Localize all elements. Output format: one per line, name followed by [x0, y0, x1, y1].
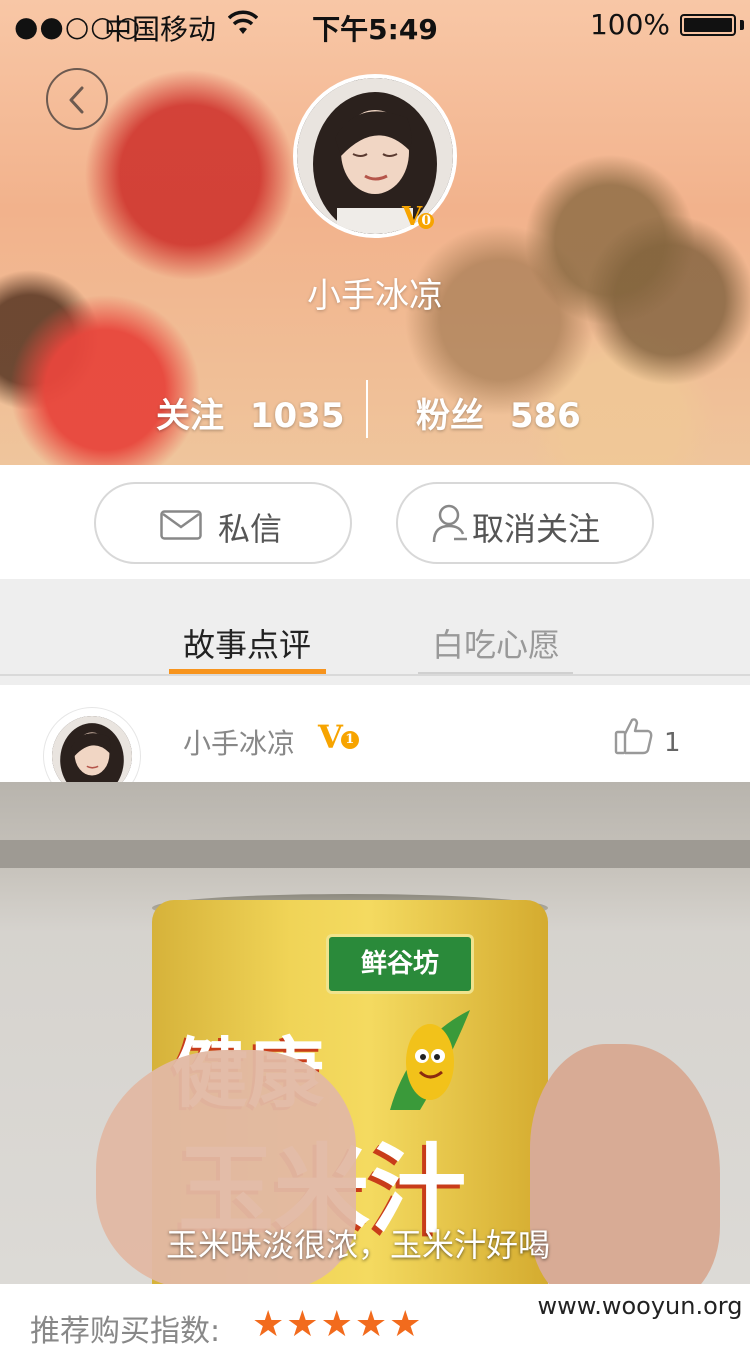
profile-username: 小手冰凉	[307, 276, 443, 316]
profile-actions: 私信 取消关注	[0, 465, 750, 579]
mail-icon	[160, 510, 202, 540]
rating-stars: ★★★★★	[252, 1304, 423, 1345]
photo-caption: 玉米味淡很浓，玉米汁好喝	[166, 1226, 551, 1264]
battery-percent: 100%	[589, 8, 670, 41]
photo-background-shelf	[0, 840, 750, 868]
tab-bar-divider	[0, 674, 750, 676]
user-minus-icon	[432, 504, 467, 543]
tab-wishes[interactable]: 白吃心愿	[432, 620, 560, 666]
back-button[interactable]	[46, 68, 108, 130]
active-tab-indicator	[169, 669, 326, 674]
battery-tip	[740, 20, 744, 30]
inactive-tab-indicator	[418, 672, 573, 674]
corn-mascot-icon	[390, 1010, 470, 1110]
unfollow-label: 取消关注	[472, 510, 601, 548]
post-photo[interactable]: 鲜谷坊 健康 玉米汁 玉米味淡很浓，玉米汁好喝	[0, 782, 750, 1284]
profile-header: ●●○○○ 中国移动 下午5:49 100% V0 小手冰凉 关注 1035 粉…	[0, 0, 750, 465]
unfollow-button[interactable]: 取消关注	[396, 482, 654, 564]
star-icon: ★	[354, 1304, 390, 1345]
like-count: 1	[664, 728, 681, 758]
tab-bar	[0, 579, 750, 685]
status-bar: ●●○○○ 中国移动 下午5:49 100%	[0, 0, 750, 50]
following-label: 关注	[156, 396, 224, 436]
profile-stats: 关注 1035 粉丝 586	[0, 380, 750, 438]
watermark: www.wooyun.org	[530, 1284, 750, 1332]
star-icon: ★	[252, 1304, 287, 1345]
following-stat[interactable]: 关注 1035	[156, 388, 344, 437]
photo-brand-logo: 鲜谷坊	[326, 934, 474, 994]
thumbs-up-icon[interactable]	[614, 716, 654, 756]
post-vip-badge: V1	[318, 718, 359, 756]
star-icon: ★	[286, 1304, 321, 1345]
star-icon: ★	[320, 1304, 355, 1345]
post-author-name[interactable]: 小手冰凉	[183, 722, 295, 762]
rating-label: 推荐购买指数:	[30, 1314, 221, 1349]
photo-hand-right	[530, 1044, 720, 1284]
fans-label: 粉丝	[416, 396, 484, 436]
tab-story-reviews[interactable]: 故事点评	[183, 620, 311, 666]
message-button[interactable]: 私信	[94, 482, 352, 564]
following-count: 1035	[249, 396, 345, 436]
fans-count: 586	[509, 396, 581, 436]
vip-badge: V0	[402, 202, 435, 232]
fans-stat[interactable]: 粉丝 586	[416, 388, 581, 437]
chevron-left-icon	[69, 86, 84, 114]
message-label: 私信	[218, 510, 283, 548]
stats-divider	[366, 380, 368, 438]
star-icon: ★	[389, 1304, 424, 1345]
battery-icon	[680, 14, 736, 36]
